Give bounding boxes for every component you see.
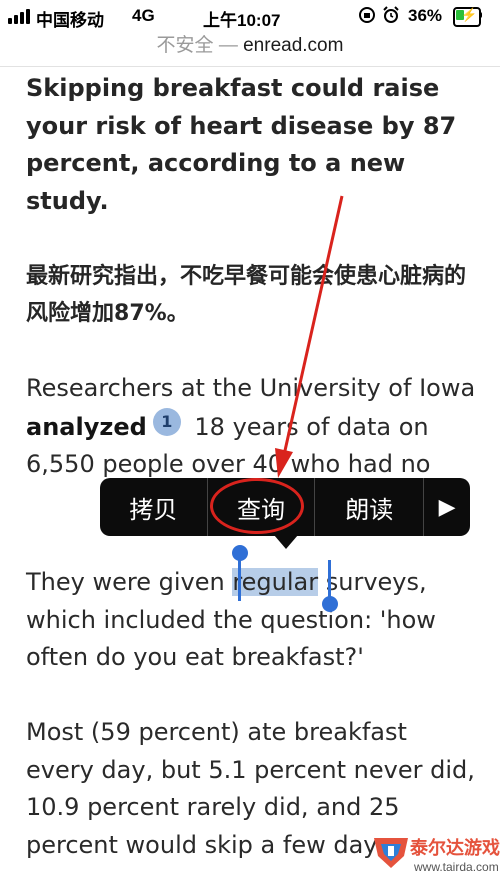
orientation-lock-icon (359, 7, 375, 23)
battery-percent: 36% (408, 6, 443, 25)
popup-pointer (274, 535, 298, 549)
selected-word[interactable]: regular (232, 568, 319, 596)
annotation-circle (210, 478, 304, 534)
headline-english: Skipping breakfast could raise your risk… (26, 74, 457, 215)
clock: 上午10:07 (203, 11, 281, 30)
site-watermark: 泰尔达游戏网 www.tairda.com (370, 826, 500, 888)
p1-text-before: Researchers at the University of Iowa (26, 374, 476, 402)
network-label: 4G (132, 6, 155, 25)
battery-tip (479, 12, 482, 18)
security-label: 不安全 — (156, 35, 238, 56)
paragraph-2: They were given regular surveys, which i… (26, 564, 476, 677)
status-icons (358, 6, 400, 24)
p2-text-before: They were given (26, 568, 233, 596)
signal-icon (8, 9, 30, 24)
copy-button[interactable]: 拷贝 (100, 478, 208, 536)
carrier-label: 中国移动 (36, 11, 104, 30)
url-bar[interactable]: 不安全 — enread.com (0, 30, 500, 67)
headline-zh-text: 最新研究指出，不吃早餐可能会使患心脏病的风险增加 (26, 264, 467, 326)
battery-charging-icon: ⚡ (453, 7, 481, 27)
speak-button[interactable]: 朗读 (315, 478, 425, 536)
vocab-badge[interactable]: 1 (152, 407, 181, 436)
more-options-button[interactable]: ▶ (424, 478, 470, 536)
watermark-logo-icon (374, 838, 408, 868)
headline-zh-percent: 87% (114, 301, 167, 326)
paragraph-1: Researchers at the University of Iowa an… (26, 370, 476, 484)
watermark-name: 泰尔达游戏网 (410, 838, 500, 859)
status-bar: 中国移动 4G 上午10:07 36% ⚡ (0, 0, 500, 32)
headline-chinese: 最新研究指出，不吃早餐可能会使患心脏病的风险增加87%。 (26, 258, 476, 332)
alarm-icon (383, 6, 399, 23)
domain-label[interactable]: enread.com (243, 35, 343, 56)
watermark-url: www.tairda.com (414, 860, 499, 874)
vocab-word-analyzed[interactable]: analyzed (26, 413, 147, 441)
headline-zh-period: 。 (166, 301, 189, 326)
